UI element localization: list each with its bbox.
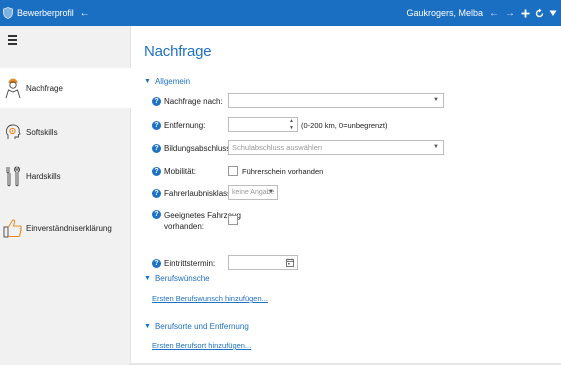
- help-icon[interactable]: ?: [152, 259, 161, 268]
- tools-icon: [2, 164, 24, 188]
- nav-forward-icon[interactable]: →: [505, 8, 515, 19]
- help-icon[interactable]: ?: [152, 144, 161, 153]
- triangle-down-icon: ▼: [144, 78, 151, 85]
- row-entfernung: ? Entfernung:: [152, 121, 205, 130]
- chevron-down-icon: ▼: [268, 189, 274, 195]
- chevron-down-icon[interactable]: [549, 9, 557, 17]
- plus-icon[interactable]: [521, 9, 530, 18]
- field-label: Eintrittstermin:: [164, 259, 216, 268]
- chevron-down-icon: ▼: [433, 97, 439, 103]
- select-placeholder: Schulabschluss auswählen: [232, 143, 323, 152]
- section-title: Berufswünsche: [154, 274, 210, 283]
- app-title: Bewerberprofil: [17, 8, 74, 18]
- field-label: Entfernung:: [164, 121, 206, 130]
- field-label: Bildungsabschluss:: [164, 144, 233, 153]
- bildungsabschluss-select[interactable]: Schulabschluss auswählen ▼: [228, 140, 444, 155]
- sidebar-item-softskills[interactable]: Softskills: [0, 112, 131, 152]
- row-mobilitaet: ? Mobilität:: [152, 167, 196, 176]
- sidebar-item-hardskills[interactable]: Hardskills: [0, 156, 131, 196]
- add-berufswunsch-link[interactable]: Ersten Berufswunsch hinzufügen...: [152, 294, 268, 303]
- section-title: Berufsorte und Entfernung: [154, 322, 249, 331]
- section-header-allgemein[interactable]: ▼ Allgemein: [144, 77, 190, 86]
- calendar-icon[interactable]: [286, 258, 294, 269]
- help-icon[interactable]: ?: [152, 189, 161, 198]
- field-label-line2: vorhanden:: [164, 222, 205, 231]
- refresh-icon[interactable]: [535, 8, 544, 18]
- row-nachfrage-nach: ? Nachfrage nach:: [152, 97, 223, 106]
- chevron-down-icon: ▼: [433, 144, 439, 150]
- add-berufsort-link[interactable]: Ersten Berufsort hinzufügen...: [152, 341, 251, 350]
- triangle-down-icon: ▼: [144, 275, 151, 282]
- head-gear-icon: [2, 120, 24, 144]
- help-icon[interactable]: ?: [152, 97, 161, 106]
- fuehrerschein-checkbox[interactable]: [228, 166, 238, 176]
- fahrzeug-checkbox[interactable]: [228, 215, 238, 225]
- back-arrow-icon[interactable]: ←: [80, 8, 90, 19]
- hamburger-menu-icon[interactable]: [8, 35, 17, 47]
- field-label: Nachfrage nach:: [164, 97, 223, 106]
- spinner-arrows-icon[interactable]: ▲ ▼: [289, 119, 295, 131]
- row-bildungsabschluss: ? Bildungsabschluss:: [152, 144, 232, 153]
- eintrittstermin-input[interactable]: [228, 255, 298, 270]
- section-title: Allgemein: [154, 77, 191, 86]
- help-icon[interactable]: ?: [152, 121, 161, 130]
- nav-back-icon[interactable]: ←: [489, 8, 499, 19]
- entfernung-hint: (0-200 km, 0=unbegrenzt): [301, 121, 388, 130]
- thumbs-up-icon: [2, 216, 24, 240]
- entfernung-input[interactable]: ▲ ▼: [228, 117, 298, 132]
- sidebar-item-label: Nachfrage: [26, 83, 63, 93]
- sidebar-item-label: Einverständniserklärung: [26, 223, 112, 233]
- person-hardhat-icon: [2, 76, 24, 100]
- sidebar-item-nachfrage[interactable]: Nachfrage: [0, 68, 131, 108]
- row-eintrittstermin: ? Eintrittstermin:: [152, 259, 215, 268]
- sidebar: Nachfrage Softskills Hardskills Einverst…: [0, 26, 131, 365]
- sidebar-item-label: Softskills: [26, 127, 58, 137]
- page-title: Nachfrage: [144, 43, 212, 60]
- help-icon[interactable]: ?: [152, 167, 161, 176]
- shield-icon: [3, 7, 13, 19]
- title-bar: Bewerberprofil ← Gaukrogers, Melba ← →: [0, 0, 561, 26]
- fahrerlaubnisklasse-select[interactable]: keine Angabe ▼: [228, 185, 278, 200]
- nachfrage-nach-select[interactable]: ▼: [228, 93, 444, 108]
- field-label: Mobilität:: [164, 167, 197, 176]
- help-icon[interactable]: ?: [152, 210, 161, 219]
- sidebar-item-einverstaendnis[interactable]: Einverständniserklärung: [0, 208, 131, 248]
- triangle-down-icon: ▼: [144, 323, 151, 330]
- fuehrerschein-label[interactable]: Führerschein vorhanden: [242, 167, 323, 176]
- sidebar-item-label: Hardskills: [26, 171, 61, 181]
- section-header-berufswuensche[interactable]: ▼ Berufswünsche: [144, 274, 210, 283]
- section-header-berufsorte[interactable]: ▼ Berufsorte und Entfernung: [144, 322, 249, 331]
- user-name: Gaukrogers, Melba: [406, 8, 483, 18]
